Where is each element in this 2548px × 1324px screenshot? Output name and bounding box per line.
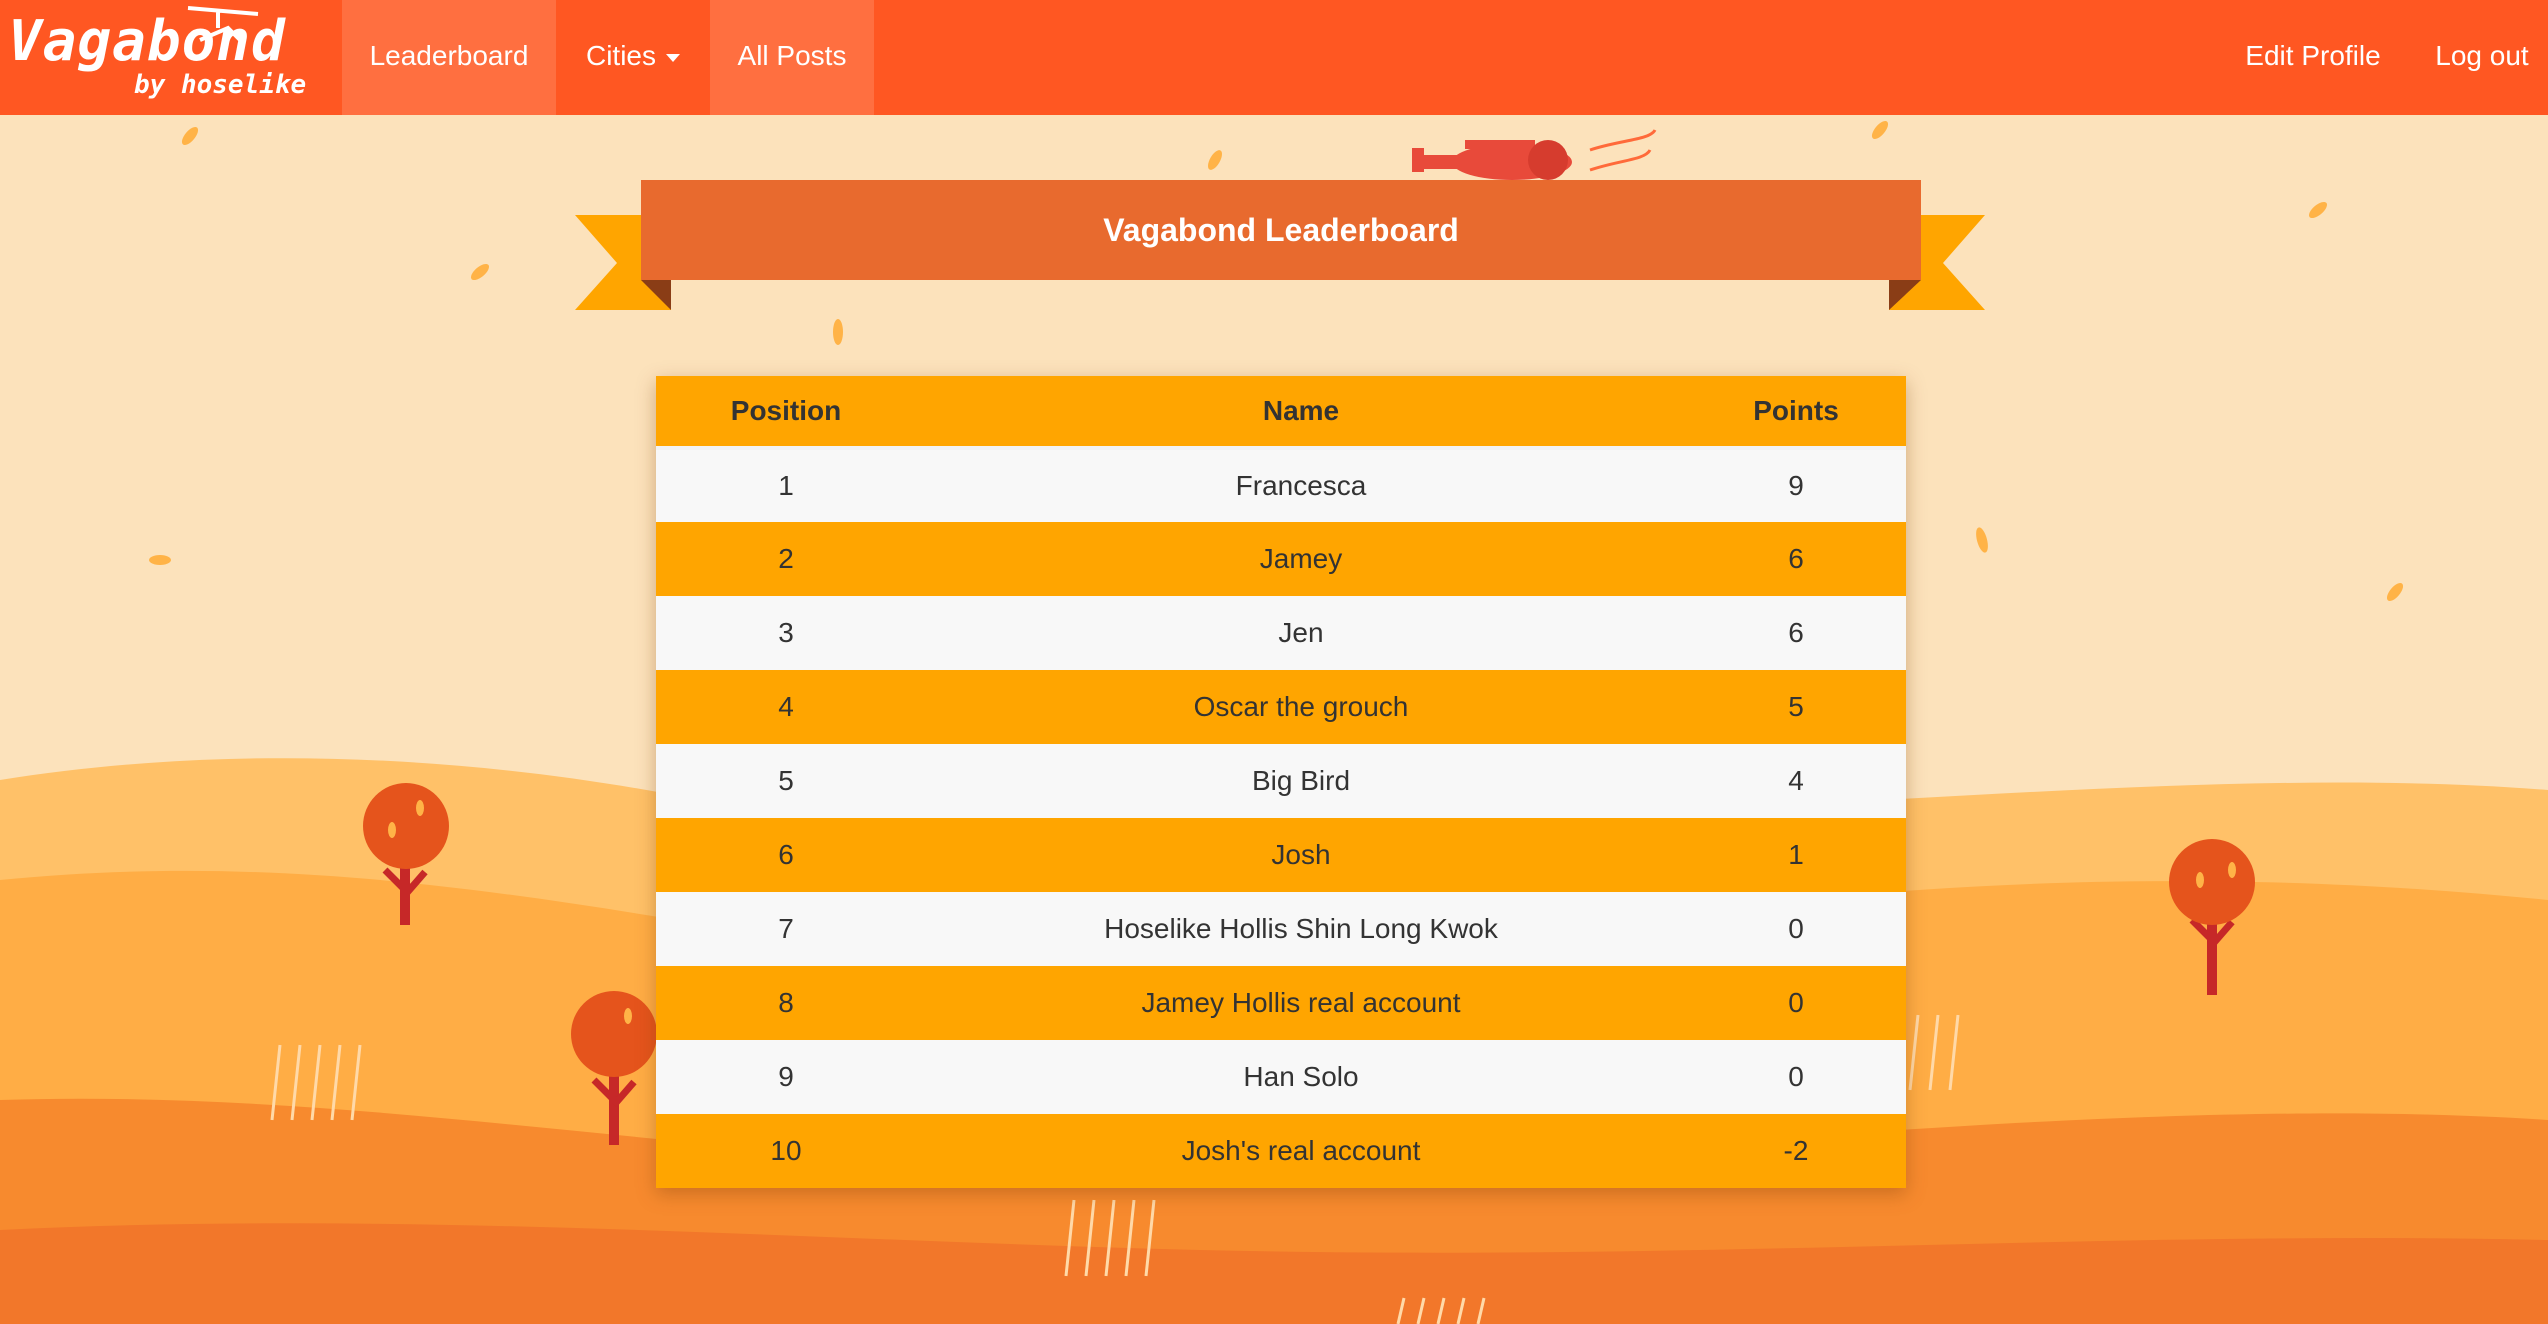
nav-all-posts-label: All Posts: [737, 40, 847, 71]
nav-edit-profile-label: Edit Profile: [2245, 40, 2381, 71]
header-position: Position: [656, 376, 916, 450]
cell-position: 1: [656, 448, 916, 522]
cell-points: 6: [1686, 596, 1906, 670]
cell-name: Jen: [916, 596, 1686, 670]
cell-name: Josh: [916, 818, 1686, 892]
cell-name: Oscar the grouch: [916, 670, 1686, 744]
cell-points: 0: [1686, 966, 1906, 1040]
cell-name: Jamey: [916, 522, 1686, 596]
nav-leaderboard[interactable]: Leaderboard: [342, 0, 556, 115]
brand-tagline: by hoselike: [134, 70, 307, 100]
cell-position: 9: [656, 1040, 916, 1114]
header-name: Name: [916, 376, 1686, 450]
cell-position: 3: [656, 596, 916, 670]
cell-position: 2: [656, 522, 916, 596]
table-row: 6 Josh 1: [656, 818, 1906, 892]
nav-leaderboard-label: Leaderboard: [369, 40, 529, 71]
caret-down-icon: [666, 53, 680, 62]
cell-name: Francesca: [916, 448, 1686, 522]
cell-points: -2: [1686, 1114, 1906, 1188]
table-header-row: Position Name Points: [656, 376, 1906, 450]
table-row: 9 Han Solo 0: [656, 1040, 1906, 1114]
table-row: 1 Francesca 9: [656, 448, 1906, 522]
cell-position: 5: [656, 744, 916, 818]
brand-logo[interactable]: Vagabond by hoselike: [0, 0, 342, 115]
nav-edit-profile[interactable]: Edit Profile: [2218, 0, 2408, 115]
cell-name: Big Bird: [916, 744, 1686, 818]
nav-all-posts[interactable]: All Posts: [710, 0, 874, 115]
brand-name: Vagabond: [8, 9, 286, 74]
table-row: 8 Jamey Hollis real account 0: [656, 966, 1906, 1040]
table-row: 4 Oscar the grouch 5: [656, 670, 1906, 744]
table-row: 5 Big Bird 4: [656, 744, 1906, 818]
leaderboard-table: Position Name Points 1 Francesca 9 2 Jam…: [656, 376, 1906, 1188]
cell-points: 1: [1686, 818, 1906, 892]
cell-position: 10: [656, 1114, 916, 1188]
nav-log-out[interactable]: Log out: [2416, 0, 2548, 115]
table-row: 7 Hoselike Hollis Shin Long Kwok 0: [656, 892, 1906, 966]
cell-points: 0: [1686, 892, 1906, 966]
cell-points: 6: [1686, 522, 1906, 596]
cell-position: 6: [656, 818, 916, 892]
header-points: Points: [1686, 376, 1906, 450]
cell-points: 4: [1686, 744, 1906, 818]
banner-title: Vagabond Leaderboard: [641, 180, 1921, 280]
top-navbar: Vagabond by hoselike Leaderboard Cities …: [0, 0, 2548, 115]
cell-name: Han Solo: [916, 1040, 1686, 1114]
leaderboard-banner: Vagabond Leaderboard: [575, 175, 1985, 315]
cell-name: Hoselike Hollis Shin Long Kwok: [916, 892, 1686, 966]
cell-name: Josh's real account: [916, 1114, 1686, 1188]
cell-position: 7: [656, 892, 916, 966]
cell-points: 0: [1686, 1040, 1906, 1114]
cell-position: 4: [656, 670, 916, 744]
cell-points: 9: [1686, 448, 1906, 522]
cell-name: Jamey Hollis real account: [916, 966, 1686, 1040]
nav-cities-dropdown[interactable]: Cities: [556, 0, 710, 115]
table-row: 10 Josh's real account -2: [656, 1114, 1906, 1188]
nav-cities-label: Cities: [585, 40, 656, 71]
table-row: 2 Jamey 6: [656, 522, 1906, 596]
nav-log-out-label: Log out: [2435, 40, 2529, 71]
cell-points: 5: [1686, 670, 1906, 744]
table-row: 3 Jen 6: [656, 596, 1906, 670]
cell-position: 8: [656, 966, 916, 1040]
